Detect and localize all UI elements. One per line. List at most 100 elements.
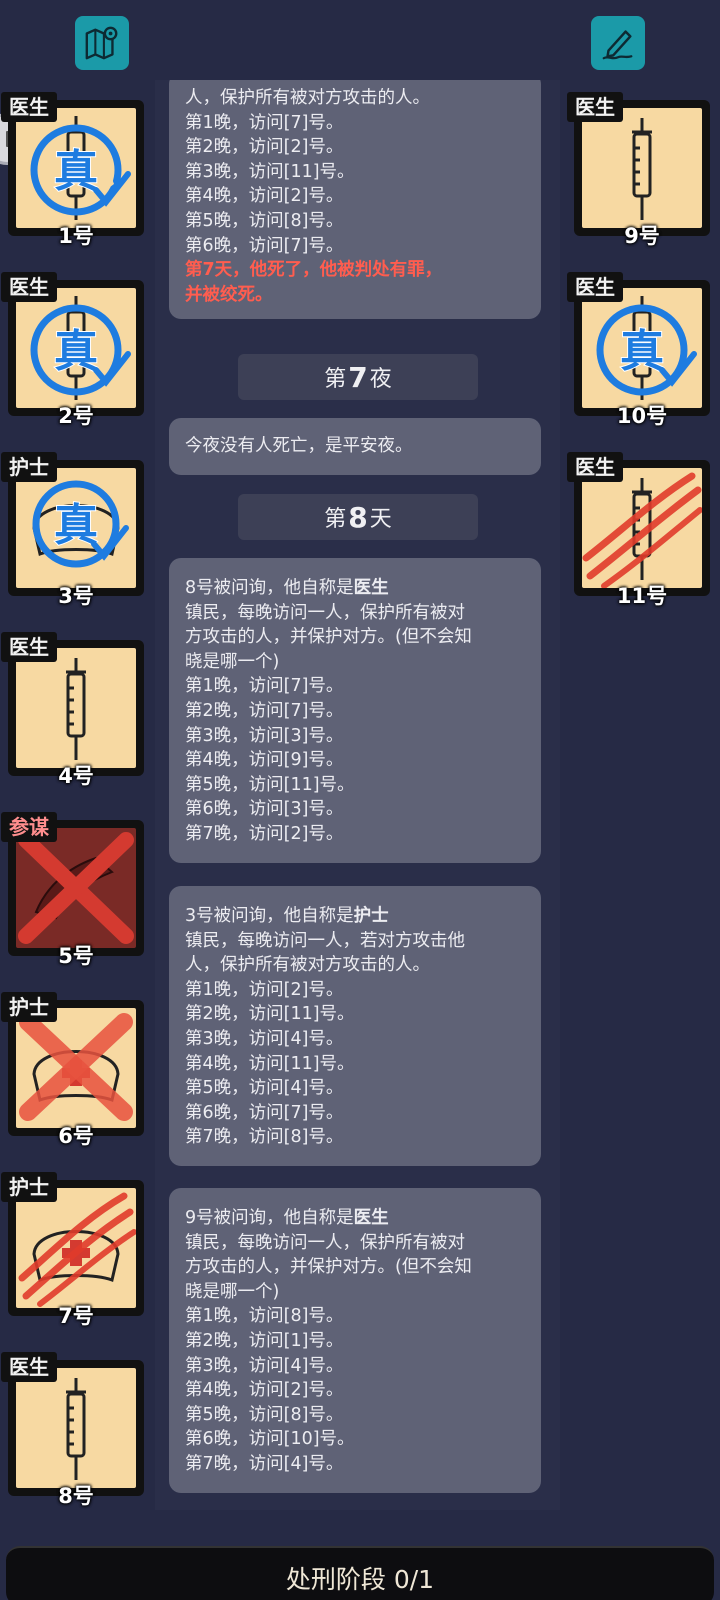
- header-text: 第: [324, 507, 347, 532]
- log-line: 第5晚，访问[11]号。: [185, 774, 355, 795]
- note-button[interactable]: [591, 16, 645, 70]
- log-line: 第5晚，访问[8]号。: [185, 210, 344, 231]
- card-art: 真: [16, 108, 136, 228]
- log-bubble: 今夜没有人死亡，是平安夜。: [169, 418, 541, 475]
- claimed-role: 护士: [353, 906, 389, 926]
- log-line: 第2晚，访问[1]号。: [185, 1330, 344, 1351]
- player-card-8[interactable]: 医生 8号: [1, 1352, 144, 1508]
- log-line: 第1晚，访问[2]号。: [185, 979, 344, 1000]
- player-card-11[interactable]: 医生 11号: [567, 452, 710, 608]
- log-line: 第2晚，访问[11]号。: [185, 1004, 355, 1025]
- svg-text:真: 真: [54, 326, 98, 377]
- player-card-6[interactable]: 护士 6号: [1, 992, 144, 1148]
- player-number: 6号: [58, 1124, 94, 1148]
- player-number: 5号: [58, 944, 94, 968]
- svg-text:真: 真: [54, 146, 98, 197]
- event-log[interactable]: 人，保护所有被对方攻击的人。 第1晚，访问[7]号。 第2晚，访问[2]号。 第…: [155, 80, 560, 1510]
- verified-syringe-icon: 真: [30, 116, 131, 220]
- log-line: 第6晚，访问[10]号。: [185, 1429, 355, 1450]
- log-line: 镇民，每晚访问一人，保护所有被对: [185, 602, 465, 623]
- log-line: 晓是哪一个): [185, 651, 280, 672]
- log-line: 人，保护所有被对方攻击的人。: [185, 88, 430, 108]
- player-number: 8号: [58, 1484, 94, 1508]
- player-card-10[interactable]: 真 医生 10号: [567, 272, 710, 428]
- verified-nurse-cap-icon: 真: [32, 480, 129, 568]
- map-button[interactable]: [75, 16, 129, 70]
- player-number: 11号: [616, 584, 668, 608]
- log-line: 方攻击的人，并保护对方。(但不会知: [185, 627, 472, 648]
- phase-label: 处刑阶段 0/1: [285, 1565, 435, 1594]
- role-label: 医生: [1, 1352, 57, 1382]
- day-header: 第8天: [238, 494, 478, 540]
- log-bubble: 8号被问询，他自称是医生 镇民，每晚访问一人，保护所有被对 方攻击的人，并保护对…: [169, 558, 541, 863]
- log-line: 镇民，每晚访问一人，保护所有被对: [185, 1232, 465, 1253]
- death-notice: 并被绞死。: [185, 284, 273, 305]
- player-number: 9号: [624, 224, 660, 248]
- log-line: 第3晚，访问[11]号。: [185, 161, 355, 182]
- log-line: 第6晚，访问[7]号。: [185, 1102, 344, 1123]
- role-label: 医生: [567, 272, 623, 302]
- log-line: 第4晚，访问[11]号。: [185, 1053, 355, 1074]
- player-number: 10号: [616, 404, 668, 428]
- log-line: 第7晚，访问[8]号。: [185, 1127, 344, 1148]
- role-label: 医生: [1, 632, 57, 662]
- log-line: 第3晚，访问[3]号。: [185, 725, 344, 746]
- death-notice: 第7天，他死了，他被判处有罪，: [185, 260, 443, 281]
- nurse-cap-crossed-icon: [19, 1013, 133, 1121]
- log-line: 第3晚，访问[4]号。: [185, 1355, 344, 1376]
- player-card-2[interactable]: 真 医生 2号: [1, 272, 144, 428]
- role-label: 医生: [1, 272, 57, 302]
- player-number: 7号: [58, 1304, 94, 1328]
- log-line: 第1晚，访问[7]号。: [185, 676, 344, 697]
- player-card-1[interactable]: 真 医生 1号: [1, 92, 144, 248]
- nurse-cap-claw-icon: [18, 1192, 136, 1307]
- log-line: 方攻击的人，并保护对方。(但不会知: [185, 1257, 472, 1278]
- log-line: 8号被问询，他自称是医生: [185, 576, 525, 601]
- header-text: 夜: [369, 367, 392, 392]
- player-card-9[interactable]: 医生 9号: [567, 92, 710, 248]
- log-line: 第1晚，访问[8]号。: [185, 1306, 344, 1327]
- role-label: 护士: [1, 452, 57, 482]
- card-art: 真: [582, 288, 702, 408]
- card-art: [16, 648, 136, 768]
- header-number: 7: [348, 360, 368, 394]
- card-art: [16, 1188, 136, 1308]
- log-bubble: 3号被问询，他自称是护士 镇民，每晚访问一人，若对方攻击他 人，保护所有被对方攻…: [169, 886, 541, 1166]
- role-label: 医生: [1, 92, 57, 122]
- player-card-5[interactable]: 参谋 5号: [1, 812, 144, 968]
- syringe-icon: [632, 118, 652, 220]
- claim-text: 8号被问询，他自称是: [185, 578, 354, 598]
- log-line: 第4晚，访问[2]号。: [185, 1380, 344, 1401]
- syringe-icon: [66, 658, 86, 760]
- dead-cross-icon: [18, 832, 134, 944]
- log-line: 第1晚，访问[7]号。: [185, 112, 344, 133]
- verified-syringe-icon: 真: [30, 296, 131, 400]
- log-line: 3号被问询，他自称是护士: [185, 904, 525, 929]
- claimed-role: 医生: [353, 1208, 389, 1228]
- player-card-4[interactable]: 医生 4号: [1, 632, 144, 788]
- role-label: 护士: [1, 1172, 57, 1202]
- log-bubble: 人，保护所有被对方攻击的人。 第1晚，访问[7]号。 第2晚，访问[2]号。 第…: [169, 80, 541, 320]
- claim-text: 3号被问询，他自称是: [185, 906, 354, 926]
- card-art: [582, 468, 702, 588]
- card-art: [16, 1008, 136, 1128]
- log-line: 人，保护所有被对方攻击的人。: [185, 955, 430, 976]
- execution-phase-bar[interactable]: 处刑阶段 0/1: [6, 1546, 714, 1600]
- svg-text:真: 真: [620, 326, 664, 377]
- card-art: [16, 1368, 136, 1488]
- map-pin-icon: [85, 26, 118, 60]
- log-line: 第6晚，访问[7]号。: [185, 235, 344, 256]
- header-text: 第: [324, 367, 347, 392]
- log-line: 第5晚，访问[8]号。: [185, 1404, 344, 1425]
- player-card-3[interactable]: 真 护士 3号: [1, 452, 144, 608]
- log-line: 第2晚，访问[2]号。: [185, 137, 344, 158]
- log-line: 第3晚，访问[4]号。: [185, 1028, 344, 1049]
- player-card-7[interactable]: 护士 7号: [1, 1172, 144, 1328]
- log-line: 第6晚，访问[3]号。: [185, 799, 344, 820]
- player-number: 4号: [58, 764, 94, 788]
- player-number: 1号: [58, 224, 94, 248]
- claimed-role: 医生: [353, 578, 389, 598]
- verified-syringe-icon: 真: [596, 296, 697, 400]
- claim-text: 9号被问询，他自称是: [185, 1208, 354, 1228]
- card-art: [16, 828, 136, 948]
